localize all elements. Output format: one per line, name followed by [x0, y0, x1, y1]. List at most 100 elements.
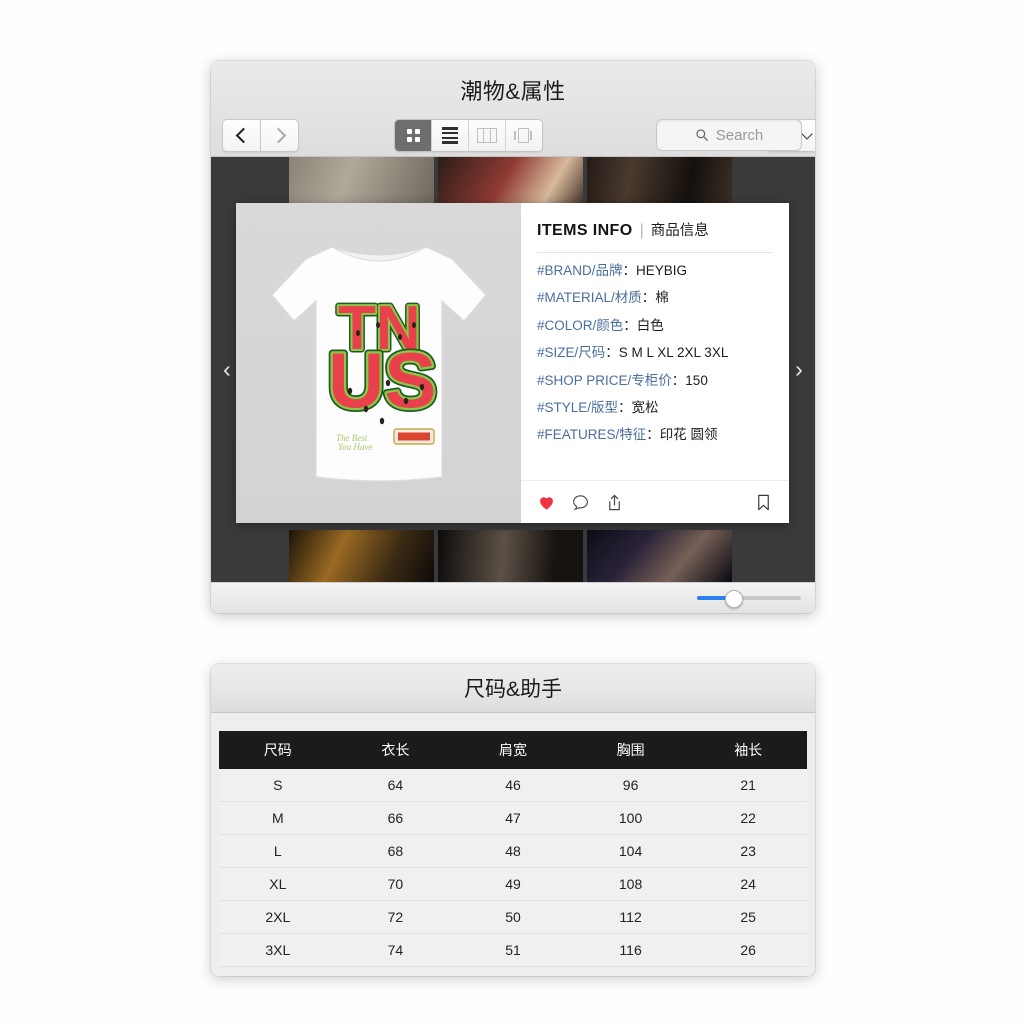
attribute-key: #BRAND/品牌: [537, 263, 623, 278]
table-row[interactable]: 2XL 72 50 112 25: [219, 900, 807, 934]
cell-shoulder: 48: [454, 834, 572, 868]
cell-shoulder: 47: [454, 801, 572, 835]
carousel-next-label: ›: [795, 356, 803, 382]
attribute-key: #SIZE/尺码: [537, 345, 606, 361]
window1-footer: [211, 582, 815, 613]
cell-bust: 112: [571, 900, 690, 934]
thumbnail-item[interactable]: [289, 157, 434, 209]
bookmark-button[interactable]: [754, 493, 773, 512]
icon-view-button[interactable]: [395, 120, 432, 151]
attribute-value: S M L XL 2XL 3XL: [618, 345, 729, 361]
back-button[interactable]: [222, 119, 260, 152]
attribute-sep: ：: [622, 263, 637, 278]
attribute-key: #MATERIAL/材质: [537, 290, 642, 306]
cell-sleeve: 25: [689, 900, 807, 934]
cell-bust: 108: [571, 867, 690, 901]
chevron-down-icon: [801, 128, 813, 140]
table-row[interactable]: S 64 46 96 21: [219, 769, 807, 802]
cell-length: 70: [336, 867, 455, 901]
cell-length: 72: [336, 900, 455, 934]
columns-icon: [477, 128, 497, 143]
attribute-value: 棉: [655, 290, 669, 306]
search-field[interactable]: Search: [656, 119, 802, 151]
attribute-row: #COLOR/颜色：白色: [537, 318, 789, 335]
attribute-sep: ：: [623, 317, 637, 333]
attribute-row: #MATERIAL/材质：棉: [537, 290, 789, 307]
attribute-key: #FEATURES/特征: [537, 427, 647, 443]
list-icon: [442, 127, 458, 144]
cell-shoulder: 50: [454, 900, 572, 934]
table-row[interactable]: M 66 47 100 22: [219, 801, 807, 835]
thumbnail-item[interactable]: [289, 530, 434, 582]
item-info-card: TN TN TN US US US The Best You Have ITEM…: [236, 203, 789, 523]
attribute-row: #SIZE/尺码：S M L XL 2XL 3XL: [537, 345, 789, 362]
cell-shoulder: 49: [454, 867, 572, 901]
nav-button-group: [222, 119, 299, 152]
slider-knob[interactable]: [725, 590, 743, 608]
cell-sleeve: 22: [689, 801, 807, 835]
svg-text:You Have: You Have: [338, 442, 372, 452]
chevron-right-icon: [270, 127, 286, 144]
comment-button[interactable]: [571, 493, 590, 512]
share-button[interactable]: [605, 493, 624, 512]
grid-icon: [406, 129, 420, 142]
thumbnail-item[interactable]: [438, 530, 583, 582]
cell-length: 66: [336, 801, 455, 835]
carousel-prev-button[interactable]: ‹: [214, 349, 240, 391]
column-header: 袖长: [689, 731, 807, 769]
comment-icon: [573, 494, 588, 510]
cell-length: 68: [336, 834, 455, 868]
carousel-content: ‹ › TN TN TN US US US The Best You Have …: [211, 157, 815, 582]
like-button[interactable]: [537, 493, 556, 512]
column-view-button[interactable]: [469, 120, 506, 151]
attribute-key: #SHOP PRICE/专柜价: [537, 372, 672, 388]
thumbnail-item[interactable]: [587, 530, 732, 582]
thumbnail-row-bottom: [211, 530, 815, 582]
attribute-sep: ：: [671, 372, 686, 388]
attribute-sep: ：: [646, 427, 660, 443]
cell-size: 3XL: [219, 933, 337, 967]
carousel-next-button[interactable]: ›: [786, 349, 812, 391]
column-header: 衣长: [336, 731, 455, 769]
attribute-row: #STYLE/版型：宽松: [537, 400, 789, 417]
zoom-slider[interactable]: [697, 590, 801, 608]
gallery-view-button[interactable]: [506, 120, 542, 151]
bookmark-icon: [758, 494, 769, 510]
search-placeholder: Search: [715, 126, 764, 144]
window1-titlebar: 潮物&属性 Search: [211, 61, 815, 157]
svg-text:US: US: [328, 336, 436, 424]
table-header-row: 尺码 衣长 肩宽 胸围 袖长: [219, 731, 807, 769]
list-view-button[interactable]: [432, 120, 469, 151]
cell-length: 64: [336, 769, 455, 802]
attribute-value: HEYBIG: [636, 263, 688, 278]
thumbnail-item[interactable]: [587, 157, 732, 209]
attribute-key: #COLOR/颜色: [537, 317, 624, 333]
attribute-value: 印花 圆领: [659, 427, 718, 443]
cell-sleeve: 24: [689, 867, 807, 901]
table-row[interactable]: XL 70 49 108 24: [219, 867, 807, 901]
cell-sleeve: 26: [689, 933, 807, 967]
product-image[interactable]: TN TN TN US US US The Best You Have: [236, 203, 521, 523]
attribute-row: #SHOP PRICE/专柜价：150: [537, 373, 789, 390]
forward-button[interactable]: [260, 119, 299, 152]
search-icon: [696, 129, 708, 141]
cell-size: XL: [219, 867, 337, 901]
attribute-row: #FEATURES/特征：印花 圆领: [537, 427, 789, 444]
size-table: 尺码 衣长 肩宽 胸围 袖长 S 64 46 96 21 M 66 47 100…: [219, 731, 807, 967]
like-icon: [540, 496, 553, 510]
cell-bust: 104: [571, 834, 690, 868]
table-row[interactable]: 3XL 74 51 116 26: [219, 933, 807, 967]
column-header: 尺码: [219, 731, 337, 769]
chevron-left-icon: [235, 127, 251, 144]
attribute-list: #BRAND/品牌：HEYBIG #MATERIAL/材质：棉 #COLOR/颜…: [537, 263, 789, 444]
page-title: 潮物&属性: [460, 79, 566, 104]
thumbnail-item[interactable]: [438, 157, 583, 209]
attribute-value: 白色: [636, 317, 664, 333]
share-icon: [609, 494, 620, 510]
table-row[interactable]: L 68 48 104 23: [219, 834, 807, 868]
cell-shoulder: 46: [454, 769, 572, 802]
info-pane: ITEMS INFO | 商品信息 #BRAND/品牌：HEYBIG #MATE…: [521, 203, 789, 523]
size-table-body: S 64 46 96 21 M 66 47 100 22 L 68 48 104…: [219, 769, 807, 967]
size-guide-title: 尺码&助手: [463, 678, 562, 701]
view-mode-group: [394, 119, 543, 152]
